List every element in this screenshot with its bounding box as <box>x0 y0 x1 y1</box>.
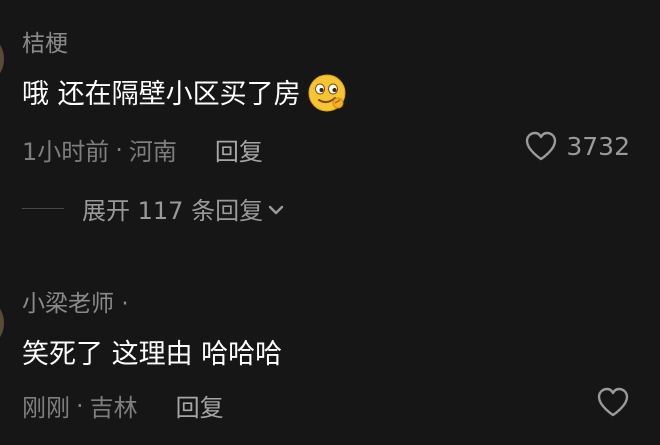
reply-button[interactable]: 回复 <box>215 132 263 167</box>
avatar[interactable] <box>0 304 4 342</box>
heart-outline-icon <box>596 386 630 418</box>
expand-replies-button[interactable]: 展开 117 条回复 <box>22 191 285 226</box>
comment-text: 笑死了 这理由 哈哈哈 <box>22 339 283 370</box>
comment-location: 河南 <box>128 138 177 166</box>
username-separator: · <box>121 291 129 317</box>
meta-separator: · <box>115 135 123 164</box>
avatar[interactable] <box>0 40 4 78</box>
like-count: 3732 <box>566 131 630 161</box>
comment-item: 桔梗 哦 还在隔壁小区买了房 1小时前 · 河南 回复 3732 展开 117 … <box>0 0 660 240</box>
comment-username-text: 小梁老师 <box>22 291 114 317</box>
comment-meta: 刚刚 · 吉林 回复 <box>22 388 224 423</box>
comment-meta: 1小时前 · 河南 回复 <box>22 132 263 167</box>
comment-location: 吉林 <box>89 394 138 422</box>
comment-username[interactable]: 桔梗 <box>22 24 68 58</box>
heart-outline-icon <box>524 130 558 162</box>
comment-time: 1小时前 <box>22 138 110 166</box>
comment-username[interactable]: 小梁老师 · <box>22 284 129 318</box>
divider-line <box>22 208 64 209</box>
like-button[interactable] <box>596 386 630 418</box>
like-button[interactable]: 3732 <box>524 130 630 162</box>
chevron-down-icon <box>267 195 285 223</box>
comment-text: 哦 还在隔壁小区买了房 <box>22 72 346 111</box>
comment-section: 桔梗 哦 还在隔壁小区买了房 1小时前 · 河南 回复 3732 展开 117 … <box>0 0 660 445</box>
smirk-emoji-icon <box>307 73 346 111</box>
reply-button[interactable]: 回复 <box>176 388 224 423</box>
expand-replies-label: 展开 117 条回复 <box>82 197 264 225</box>
comment-time: 刚刚 <box>22 394 70 422</box>
comment-text-body: 哦 还在隔壁小区买了房 <box>22 79 301 110</box>
comment-item: 小梁老师 · 笑死了 这理由 哈哈哈 刚刚 · 吉林 回复 <box>0 268 660 445</box>
meta-separator: · <box>76 391 84 420</box>
